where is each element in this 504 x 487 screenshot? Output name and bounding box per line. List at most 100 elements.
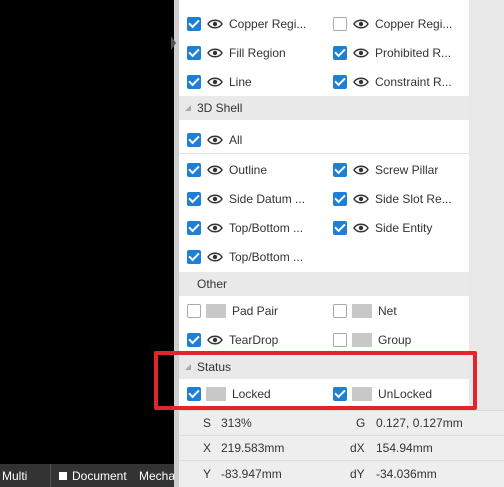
filter-row: Top/Bottom ... Side Entity	[179, 213, 469, 242]
checkbox[interactable]	[187, 191, 201, 206]
eye-icon[interactable]	[353, 17, 369, 31]
checkbox[interactable]	[333, 303, 347, 318]
checkbox[interactable]	[333, 45, 347, 60]
filter-item[interactable]: Side Entity	[333, 213, 432, 242]
eye-icon[interactable]	[353, 75, 369, 89]
filter-label: Screw Pillar	[375, 162, 439, 177]
readout-row: X 219.583mm dX 154.94mm	[179, 436, 504, 461]
coordinate-readout: S 313% G 0.127, 0.127mm X 219.583mm dX 1…	[179, 410, 504, 487]
filter-row: All	[179, 125, 469, 154]
layer-color-swatch	[59, 471, 67, 480]
filter-row: Copper Regi... Copper Regi...	[179, 9, 469, 38]
eye-icon[interactable]	[207, 17, 223, 31]
y-value: -83.947mm	[221, 466, 282, 481]
filter-item[interactable]: Copper Regi...	[187, 9, 306, 38]
eye-icon[interactable]	[207, 163, 223, 177]
y-label: Y	[203, 466, 212, 481]
filter-row: Line Constraint R...	[179, 67, 469, 96]
highlight-box	[154, 351, 477, 410]
eye-icon[interactable]	[353, 163, 369, 177]
layer-tab-multi[interactable]: Multi	[0, 464, 50, 487]
filter-item[interactable]: Fill Region	[187, 38, 286, 67]
canvas-area[interactable]	[0, 0, 174, 487]
checkbox[interactable]	[187, 45, 201, 60]
checkbox[interactable]	[187, 16, 201, 31]
filter-item[interactable]: Copper Regi...	[333, 9, 452, 38]
eye-icon[interactable]	[207, 221, 223, 235]
color-swatch[interactable]	[352, 303, 372, 318]
readout-row: S 313% G 0.127, 0.127mm	[179, 411, 504, 436]
eye-icon[interactable]	[353, 221, 369, 235]
filter-item[interactable]: TearDrop	[187, 325, 278, 354]
checkbox[interactable]	[187, 220, 201, 235]
filter-item[interactable]: Prohibited R...	[333, 38, 451, 67]
filter-row: Fill Region Prohibited R...	[179, 38, 469, 67]
section-other[interactable]: Other	[179, 272, 469, 296]
checkbox[interactable]	[187, 332, 201, 347]
filter-item[interactable]: Constraint R...	[333, 67, 452, 96]
eye-icon[interactable]	[207, 133, 223, 147]
filter-label: Side Slot Re...	[375, 191, 452, 206]
divider	[179, 153, 469, 154]
filter-item[interactable]: Group	[333, 325, 411, 354]
x-value: 219.583mm	[221, 441, 285, 455]
filter-item[interactable]: All	[187, 125, 242, 154]
filter-label: Copper Regi...	[375, 16, 453, 31]
filter-label: Side Datum ...	[229, 191, 306, 206]
filter-label: Fill Region	[229, 45, 286, 60]
layer-tab-document[interactable]: Document	[50, 464, 130, 487]
collapse-triangle-icon[interactable]	[185, 105, 191, 111]
checkbox[interactable]	[187, 249, 201, 264]
checkbox[interactable]	[333, 74, 347, 89]
panel-margin	[469, 0, 504, 410]
eye-icon[interactable]	[207, 192, 223, 206]
section-3d-shell[interactable]: 3D Shell	[179, 96, 469, 120]
filter-item[interactable]: Screw Pillar	[333, 155, 438, 184]
filter-label: Net	[378, 303, 397, 318]
checkbox[interactable]	[187, 162, 201, 177]
grid-label: G	[356, 416, 366, 430]
checkbox[interactable]	[333, 162, 347, 177]
checkbox[interactable]	[333, 332, 347, 347]
checkbox[interactable]	[187, 74, 201, 89]
eye-icon[interactable]	[353, 46, 369, 60]
dy-label: dY	[350, 466, 365, 481]
filter-item[interactable]: Outline	[187, 155, 267, 184]
filter-label: Group	[378, 332, 412, 347]
filter-item[interactable]: Side Datum ...	[187, 184, 305, 213]
layer-tab-label: Mecha	[139, 468, 174, 483]
filter-label: Top/Bottom ...	[229, 249, 304, 264]
x-label: X	[203, 441, 212, 455]
filter-row: Pad Pair Net	[179, 296, 469, 325]
layer-tab-label: Document	[72, 468, 127, 483]
checkbox[interactable]	[333, 191, 347, 206]
eye-icon[interactable]	[207, 75, 223, 89]
filter-item[interactable]: Side Slot Re...	[333, 184, 452, 213]
layer-tab-mechanical[interactable]: Mecha	[130, 464, 174, 487]
eye-icon[interactable]	[353, 192, 369, 206]
checkbox[interactable]	[333, 220, 347, 235]
filter-label: Pad Pair	[232, 303, 279, 318]
section-title: Other	[197, 277, 228, 291]
filter-item[interactable]: Pad Pair	[187, 296, 278, 325]
eye-icon[interactable]	[207, 250, 223, 264]
filter-row: Top/Bottom ...	[179, 242, 469, 271]
dy-value: -34.036mm	[376, 466, 437, 481]
eye-icon[interactable]	[207, 333, 223, 347]
filter-label: Line	[229, 74, 252, 89]
filter-label: Constraint R...	[375, 74, 452, 89]
filter-item[interactable]: Net	[333, 296, 397, 325]
filter-row: TearDrop Group	[179, 325, 469, 354]
eye-icon[interactable]	[207, 46, 223, 60]
filter-item[interactable]: Top/Bottom ...	[187, 213, 303, 242]
filter-item[interactable]: Top/Bottom ...	[187, 242, 303, 271]
color-swatch[interactable]	[352, 332, 372, 347]
filter-item[interactable]: Line	[187, 67, 252, 96]
color-swatch[interactable]	[206, 303, 226, 318]
grid-value: 0.127, 0.127mm	[376, 416, 463, 430]
checkbox[interactable]	[187, 132, 201, 147]
filter-label: Outline	[229, 162, 268, 177]
checkbox[interactable]	[187, 303, 201, 318]
checkbox[interactable]	[333, 16, 347, 31]
dx-label: dX	[350, 441, 365, 455]
